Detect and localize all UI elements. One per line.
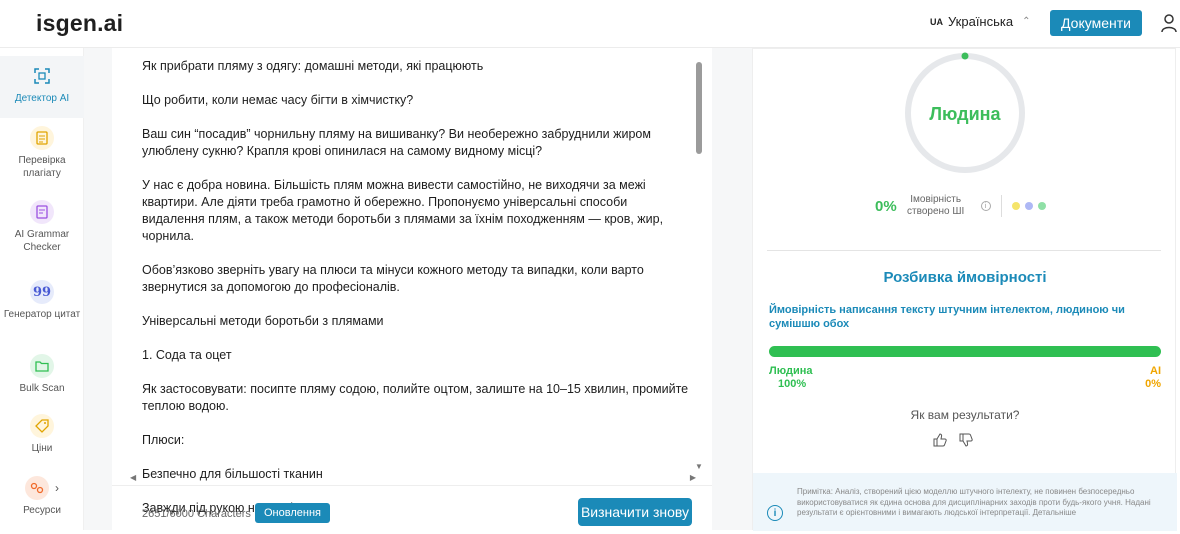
language-code: UA [930, 16, 943, 27]
grammar-icon [30, 200, 54, 224]
scroll-down-arrow-icon[interactable]: ▼ [695, 462, 703, 471]
human-value: 100% [778, 378, 807, 390]
legend-dot [1037, 202, 1046, 210]
breakdown-description: Ймовірність написання тексту штучним інт… [769, 304, 1125, 330]
ai-result: AI 0% [1145, 365, 1161, 391]
sidebar-item-label: Перевірка плагіату [18, 155, 66, 179]
legend-dot [1024, 202, 1033, 210]
human-probability-bar [769, 346, 1161, 357]
documents-button[interactable]: Документи [1050, 10, 1142, 36]
probability-row: 0% Імовірність створено ШІ i [875, 194, 1051, 218]
language-selector[interactable]: UA Українська ⌃ [930, 14, 1030, 29]
ai-probability-label: Імовірність створено ШІ [907, 194, 965, 217]
tag-icon [30, 414, 54, 438]
results-panel: Людина 0% Імовірність створено ШІ i Розб… [752, 48, 1177, 531]
sidebar-item-label: Ресурси [23, 505, 61, 516]
folder-icon [30, 354, 54, 378]
divider [767, 250, 1161, 251]
paragraph: Що робити, коли немає часу бігти в хімчи… [142, 93, 414, 107]
scroll-right-arrow-icon[interactable]: ▶ [690, 473, 696, 482]
detect-again-button[interactable]: Визначити знову [578, 498, 692, 526]
paragraph: 1. Сода та оцет [142, 348, 232, 362]
editor-content[interactable]: Як прибрати пляму з одягу: домашні метод… [142, 58, 690, 534]
editor-footer: 2651/6000 Characters Оновлення Визначити… [112, 485, 712, 530]
text-editor[interactable]: Як прибрати пляму з одягу: домашні метод… [112, 48, 712, 530]
left-gutter [84, 48, 112, 530]
paragraph: Як застосовувати: посипте пляму содою, п… [142, 382, 689, 413]
paragraph: Плюси: [142, 433, 185, 447]
scrollbar-thumb[interactable] [696, 62, 702, 154]
sidebar-item-bulk-scan[interactable]: Bulk Scan [0, 354, 84, 395]
sidebar-item-label: AI Grammar Checker [14, 229, 70, 253]
sidebar-item-label: Bulk Scan [19, 383, 65, 394]
sidebar-item-citations[interactable]: 99 Генератор цитат [0, 280, 84, 321]
disclaimer-text: Примітка: Аналіз, створений цією моделлю… [797, 487, 1151, 517]
top-header: isgen.ai UA Українська ⌃ Документи [0, 0, 1180, 48]
sidebar-item-pricing[interactable]: Ціни [0, 414, 84, 455]
sidebar-item-resources[interactable]: › Ресурси [0, 476, 84, 517]
thumbs-up-icon[interactable] [933, 433, 947, 447]
scan-icon [30, 64, 54, 88]
language-label: Українська [948, 14, 1014, 29]
vertical-scrollbar[interactable]: ▼ [695, 56, 703, 476]
sidebar-item-label: Генератор цитат [3, 309, 81, 320]
ai-probability-value: 0% [875, 197, 897, 215]
feedback-buttons [933, 433, 973, 447]
human-result: Людина 100% [769, 365, 812, 391]
breakdown-title: Розбивка ймовірності [883, 269, 1047, 286]
document-icon [30, 126, 54, 150]
horizontal-scrollbar[interactable]: ◀ ▶ [130, 473, 696, 485]
disclaimer-note: i Примітка: Аналіз, створений цією модел… [753, 473, 1177, 531]
sidebar-item-label: Детектор AI [14, 93, 70, 104]
verdict-label: Людина [929, 104, 1001, 124]
sidebar-item-label: Ціни [31, 443, 53, 454]
resources-icon [25, 476, 49, 500]
update-button[interactable]: Оновлення [255, 503, 330, 523]
middle-gutter [712, 48, 752, 530]
logo[interactable]: isgen.ai [36, 10, 123, 37]
chevron-right-icon[interactable]: › [55, 481, 59, 495]
thumbs-down-icon[interactable] [959, 433, 973, 447]
paragraph: Універсальні методи боротьби з плямами [142, 314, 384, 328]
sidebar-item-ai-detector[interactable]: Детектор AI [0, 56, 84, 118]
divider [1000, 195, 1002, 217]
ai-label: AI [1150, 365, 1161, 377]
paragraph: У нас є добра новина. Більшість плям мож… [142, 178, 664, 243]
ai-value: 0% [1145, 378, 1161, 390]
paragraph: Ваш син “посадив” чорнильну пляму на виш… [142, 127, 651, 158]
sidebar-item-plagiarism[interactable]: Перевірка плагіату [0, 126, 84, 180]
feedback-question: Як вам результати? [910, 408, 1020, 422]
sidebar: Детектор AI Перевірка плагіату AI Gramma… [0, 48, 84, 530]
scroll-left-arrow-icon[interactable]: ◀ [130, 473, 136, 482]
paragraph: Обов’язково зверніть увагу на плюси та м… [142, 263, 644, 294]
quote-icon: 99 [30, 280, 54, 304]
legend-dot [1011, 202, 1020, 210]
human-label: Людина [769, 365, 813, 377]
chevron-updown-icon: ⌃ [1022, 16, 1031, 27]
info-icon: i [767, 505, 783, 521]
character-count: 2651/6000 Characters [142, 508, 251, 520]
paragraph: Як прибрати пляму з одягу: домашні метод… [142, 59, 484, 73]
user-icon[interactable] [1160, 13, 1178, 33]
info-icon[interactable]: i [980, 201, 991, 211]
sidebar-item-grammar[interactable]: AI Grammar Checker [0, 200, 84, 254]
